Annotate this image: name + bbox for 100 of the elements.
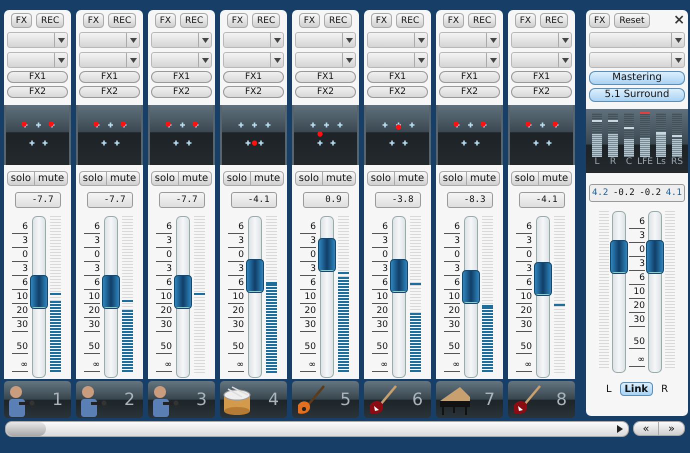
fx-button[interactable]: FX <box>298 13 320 28</box>
mute-button[interactable]: mute <box>179 171 212 186</box>
fader-track[interactable] <box>464 216 478 378</box>
send-button[interactable]: FX2 <box>439 86 500 98</box>
send-button[interactable]: FX1 <box>7 71 68 83</box>
send-button[interactable]: FX2 <box>295 86 356 98</box>
fader-handle[interactable] <box>174 275 192 310</box>
fx-button[interactable]: FX <box>370 13 392 28</box>
mute-button[interactable]: mute <box>395 171 428 186</box>
mode-button[interactable]: Mastering <box>589 71 685 85</box>
fader-track[interactable] <box>32 216 46 378</box>
send-button[interactable]: FX1 <box>439 71 500 83</box>
instrument-panel[interactable]: 6 <box>364 381 431 418</box>
solo-button[interactable]: solo <box>438 171 468 186</box>
scroll-left-button[interactable]: « <box>633 421 659 436</box>
fader-handle[interactable] <box>318 238 336 272</box>
record-button[interactable]: REC <box>108 13 136 28</box>
record-button[interactable]: REC <box>36 13 64 28</box>
send-button[interactable]: FX1 <box>151 71 212 83</box>
scale-label: 10 <box>156 292 172 304</box>
mode-button[interactable]: 5.1 Surround <box>589 88 685 102</box>
surround-panner[interactable] <box>76 105 143 165</box>
fx-button[interactable]: FX <box>226 13 248 28</box>
scrollbar-thumb[interactable] <box>6 422 46 436</box>
instrument-panel[interactable]: 7 <box>436 381 503 418</box>
send-button[interactable]: FX2 <box>79 86 140 98</box>
surround-panner[interactable] <box>508 105 575 165</box>
record-button[interactable]: REC <box>180 13 208 28</box>
solo-button[interactable]: solo <box>6 171 36 186</box>
solo-button[interactable]: solo <box>366 171 396 186</box>
record-button[interactable]: REC <box>540 13 568 28</box>
fx-button[interactable]: FX <box>154 13 176 28</box>
scale-label: 3 <box>156 236 172 248</box>
fader-handle[interactable] <box>246 259 264 294</box>
fader-track[interactable] <box>612 211 626 373</box>
fader-handle[interactable] <box>390 259 408 294</box>
fader-track[interactable] <box>104 216 118 378</box>
instrument-panel[interactable]: 3 <box>148 381 215 418</box>
surround-panner[interactable] <box>148 105 215 165</box>
mute-button[interactable]: mute <box>539 171 572 186</box>
instrument-panel[interactable]: 5 <box>292 381 359 418</box>
surround-panner[interactable] <box>292 105 359 165</box>
instrument-panel[interactable]: 1 <box>4 381 71 418</box>
fader-track[interactable] <box>320 216 334 378</box>
scale-label: ∞ <box>444 360 460 372</box>
solo-button[interactable]: solo <box>294 171 324 186</box>
fader-handle[interactable] <box>462 270 480 304</box>
surround-panner[interactable] <box>364 105 431 165</box>
mute-button[interactable]: mute <box>467 171 500 186</box>
instrument-panel[interactable]: 4 <box>220 381 287 418</box>
fader-track[interactable] <box>536 216 550 378</box>
instrument-panel[interactable]: 2 <box>76 381 143 418</box>
scroll-right-icon[interactable] <box>616 425 624 433</box>
fx-button[interactable]: FX <box>442 13 464 28</box>
fader-handle[interactable] <box>102 275 120 310</box>
mute-button[interactable]: mute <box>107 171 140 186</box>
surround-panner[interactable] <box>436 105 503 165</box>
send-button[interactable]: FX2 <box>151 86 212 98</box>
record-button[interactable]: REC <box>252 13 280 28</box>
send-button[interactable]: FX2 <box>223 86 284 98</box>
scale-label: 6 <box>516 222 532 234</box>
fader-handle[interactable] <box>534 262 552 296</box>
record-button[interactable]: REC <box>324 13 352 28</box>
send-button[interactable]: FX1 <box>511 71 572 83</box>
solo-button[interactable]: solo <box>510 171 540 186</box>
mute-button[interactable]: mute <box>35 171 68 186</box>
mute-button[interactable]: mute <box>251 171 284 186</box>
fader-track[interactable] <box>392 216 406 378</box>
fader-track[interactable] <box>176 216 190 378</box>
solo-button[interactable]: solo <box>222 171 252 186</box>
close-button[interactable]: × <box>673 13 685 27</box>
record-button[interactable]: REC <box>396 13 424 28</box>
record-button[interactable]: REC <box>468 13 496 28</box>
surround-panner[interactable] <box>220 105 287 165</box>
link-button[interactable]: Link <box>620 382 654 396</box>
send-button[interactable]: FX1 <box>367 71 428 83</box>
solo-button[interactable]: solo <box>78 171 108 186</box>
fader-handle[interactable] <box>610 240 628 274</box>
fx-button[interactable]: FX <box>514 13 536 28</box>
mute-button[interactable]: mute <box>323 171 356 186</box>
fx-button[interactable]: FX <box>589 13 610 28</box>
send-button[interactable]: FX2 <box>511 86 572 98</box>
fx-button[interactable]: FX <box>10 13 32 28</box>
fx-button[interactable]: FX <box>82 13 104 28</box>
fader-handle[interactable] <box>646 240 664 274</box>
scrollbar-track[interactable] <box>5 421 629 437</box>
reset-button[interactable]: Reset <box>614 13 650 28</box>
send-button[interactable]: FX1 <box>295 71 356 83</box>
fader-track[interactable] <box>248 216 262 378</box>
scroll-right-button[interactable]: » <box>659 421 685 436</box>
send-button[interactable]: FX1 <box>79 71 140 83</box>
speaker-position-drawing <box>452 121 486 148</box>
fader-track[interactable] <box>648 211 662 373</box>
surround-panner[interactable] <box>4 105 71 165</box>
fader-handle[interactable] <box>30 275 48 310</box>
solo-button[interactable]: solo <box>150 171 180 186</box>
instrument-panel[interactable]: 8 <box>508 381 575 418</box>
send-button[interactable]: FX2 <box>367 86 428 98</box>
send-button[interactable]: FX1 <box>223 71 284 83</box>
send-button[interactable]: FX2 <box>7 86 68 98</box>
